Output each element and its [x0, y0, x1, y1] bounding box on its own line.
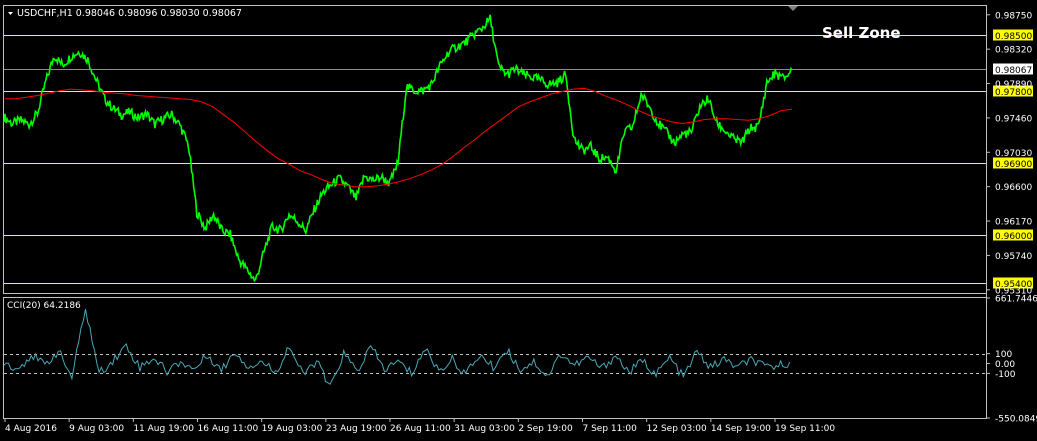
horizontal-levels: 0.985000.978000.969000.960000.954000.980… [4, 29, 1033, 290]
price-tick-label: 0.96600 [995, 183, 1032, 193]
cci-tick-label: 100 [995, 350, 1012, 360]
chart-shift-icon[interactable] [788, 6, 798, 11]
symbol-line: USDCHF,H1 0.98046 0.98096 0.98030 0.9806… [17, 8, 242, 19]
time-tick-label: 11 Aug 19:00 [133, 424, 194, 434]
moving-average-line [5, 87, 793, 188]
price-tick-label: 0.97460 [995, 114, 1032, 124]
cci-title: CCI(20) 64.2186 [7, 301, 81, 311]
time-tick-label: 2 Sep 19:00 [518, 424, 573, 434]
price-tick-label: 0.96170 [995, 218, 1032, 228]
price-line [3, 14, 793, 283]
cci-layer [3, 309, 986, 385]
cci-tick-label: 661.7446 [995, 295, 1037, 305]
time-tick-label: 9 Aug 03:00 [69, 424, 124, 434]
time-tick-label: 23 Aug 19:00 [326, 424, 387, 434]
price-tick-label: 0.98750 [995, 11, 1032, 21]
cci-line [3, 309, 791, 385]
level-label: 0.96900 [995, 160, 1032, 170]
cci-panel-frame [3, 297, 987, 419]
time-tick-label: 7 Sep 11:00 [583, 424, 638, 434]
price-tick-label: 0.97890 [995, 80, 1032, 90]
dropdown-icon[interactable] [8, 12, 13, 15]
cci-tick-label: 0.00 [995, 360, 1015, 370]
level-label: 0.96000 [995, 232, 1032, 242]
level-label: 0.98500 [995, 32, 1032, 42]
price-tick-label: 0.98320 [995, 46, 1032, 56]
cci-tick-label: -550.0849 [995, 415, 1037, 425]
cci-tick-label: -100 [995, 370, 1016, 380]
time-tick-label: 12 Sep 03:00 [647, 424, 707, 434]
chart-canvas[interactable]: 0.985000.978000.969000.960000.954000.980… [0, 0, 1037, 441]
price-tick-label: 0.95740 [995, 252, 1032, 262]
time-tick-label: 16 Aug 11:00 [198, 424, 259, 434]
time-tick-label: 31 Aug 03:00 [454, 424, 515, 434]
sell-zone-label: Sell Zone [822, 24, 901, 42]
chart-window: 0.98500 0.97800 0.96900 0.96000 0.95400 0.980… [0, 0, 1037, 441]
time-tick-label: 19 Aug 03:00 [262, 424, 323, 434]
series-layer [3, 14, 793, 283]
time-tick-label: 26 Aug 11:00 [390, 424, 451, 434]
price-tick-label: 0.97030 [995, 149, 1032, 159]
axis-layer: 0.98750 0.98320 0.97890 0.97460 0.97030 0.966… [4, 11, 1037, 434]
time-tick-label: 19 Sep 11:00 [775, 424, 835, 434]
current-price-label: 0.98067 [995, 66, 1032, 76]
time-tick-label: 4 Aug 2016 [5, 424, 57, 434]
time-tick-label: 14 Sep 19:00 [711, 424, 771, 434]
